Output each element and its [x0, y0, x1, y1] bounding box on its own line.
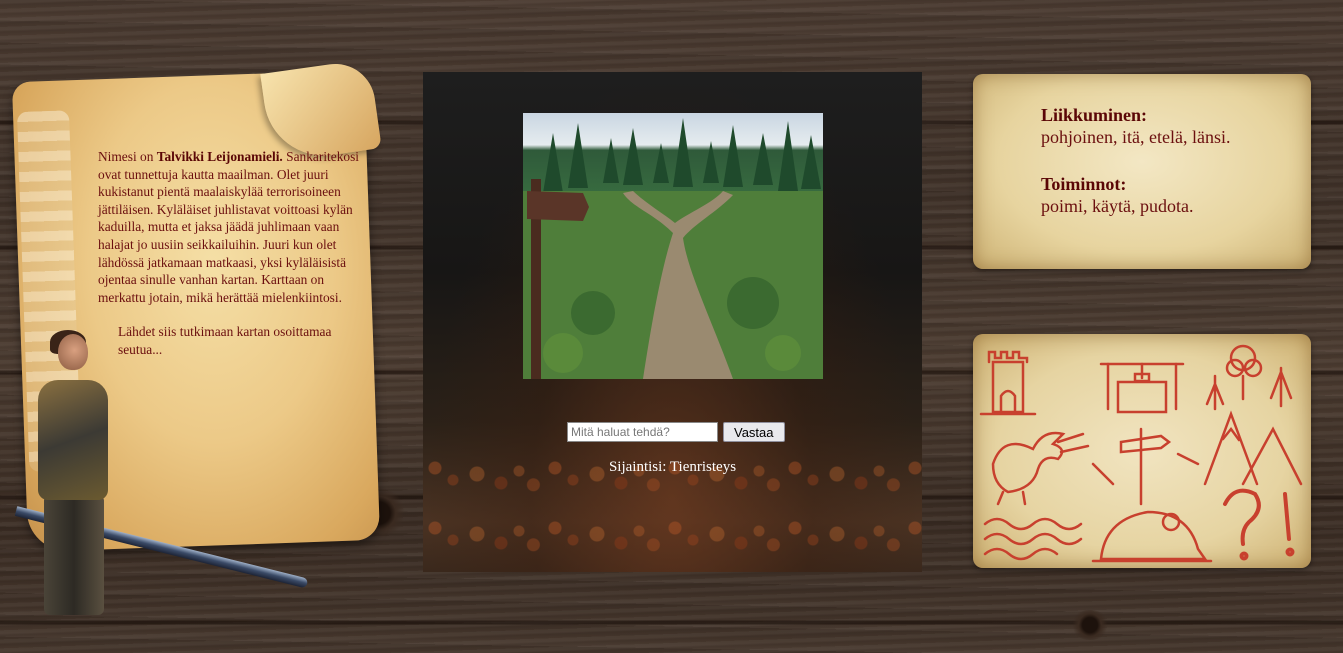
water-waves-icon: [983, 517, 1083, 561]
location-image: [523, 113, 823, 379]
actions-section: Toiminnot: poimi, käytä, pudota.: [1041, 173, 1193, 217]
story-body: Sankaritekosi ovat tunnettuja kautta maa…: [98, 149, 360, 305]
story-intro: Nimesi on: [98, 149, 157, 164]
question-exclamation-icon: [1223, 488, 1295, 561]
game-panel: Vastaa Sijaintisi: Tienristeys: [423, 72, 922, 572]
story-paragraph-1: Nimesi on Talvikki Leijonamieli. Sankari…: [98, 148, 366, 306]
hero-armor: [38, 380, 108, 500]
submit-button[interactable]: Vastaa: [723, 422, 785, 442]
trees-icon: [1205, 344, 1293, 411]
well-icon: [1099, 362, 1185, 414]
movement-title: Liikkuminen:: [1041, 105, 1148, 125]
movement-section: Liikkuminen: pohjoinen, itä, etelä, läns…: [1041, 104, 1230, 148]
mountains-icon: [1203, 410, 1303, 486]
movement-commands: pohjoinen, itä, etelä, länsi.: [1041, 127, 1231, 147]
hero-name: Talvikki Leijonamieli.: [156, 149, 283, 164]
dragon-icon: [991, 431, 1090, 506]
autumn-leaves-ground: [423, 432, 922, 572]
crossroads-scene: [523, 118, 823, 379]
hero-legs: [44, 495, 104, 615]
treasure-map: [973, 334, 1311, 568]
wood-knot: [1070, 610, 1110, 640]
location-status: Sijaintisi: Tienristeys: [608, 459, 737, 475]
command-form: Vastaa: [567, 422, 785, 442]
skull-rock-icon: [1091, 510, 1213, 563]
hero-head: [58, 334, 88, 370]
hero-character: [10, 330, 309, 620]
actions-commands: poimi, käytä, pudota.: [1041, 196, 1194, 216]
map-drawing: [979, 344, 1303, 563]
tower-icon: [979, 350, 1037, 416]
signpost-icon: [1091, 427, 1200, 506]
commands-help-card: Liikkuminen: pohjoinen, itä, etelä, läns…: [973, 74, 1311, 269]
story-text: Nimesi on Talvikki Leijonamieli. Sankari…: [98, 148, 366, 359]
actions-title: Toiminnot:: [1041, 174, 1127, 194]
command-input[interactable]: [567, 422, 718, 442]
